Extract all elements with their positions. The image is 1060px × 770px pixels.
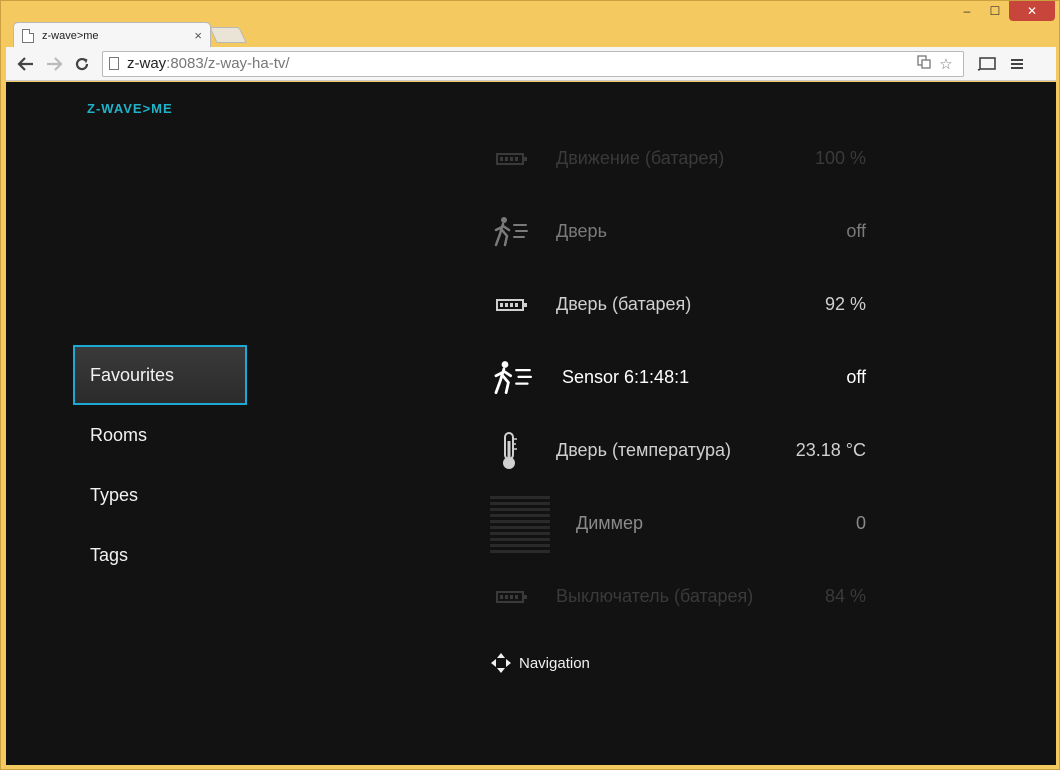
minimize-button[interactable]: – <box>953 1 981 21</box>
browser-toolbar: z-way:8083/z-way-ha-tv/ ☆ <box>6 47 1056 81</box>
browser-window: – ☐ ✕ z-wave>me × z-way:8083/z-way-ha-tv… <box>0 0 1060 770</box>
cast-icon[interactable] <box>972 50 1002 78</box>
device-label: Sensor 6:1:48:1 <box>562 367 690 387</box>
device-value: 92 % <box>824 294 866 314</box>
reload-icon[interactable] <box>68 50 96 78</box>
battery-icon <box>496 590 527 603</box>
device-label: Диммер <box>576 513 644 533</box>
thermometer-icon <box>503 431 517 469</box>
zwave-logo: Z-WAVE>ME <box>87 101 173 116</box>
address-bar[interactable]: z-way:8083/z-way-ha-tv/ ☆ <box>102 50 964 77</box>
close-window-button[interactable]: ✕ <box>1009 1 1055 21</box>
tab-close-icon[interactable]: × <box>194 28 202 43</box>
battery-icon <box>496 298 527 311</box>
menu-item-types[interactable]: Types <box>73 465 247 525</box>
device-row[interactable]: Движение (батарея) 100 % <box>486 122 866 195</box>
menu-icon[interactable] <box>1002 50 1032 78</box>
translate-icon[interactable] <box>913 54 935 73</box>
page-icon <box>22 28 34 43</box>
tab-title: z-wave>me <box>42 29 99 42</box>
motion-sensor-icon <box>494 216 528 246</box>
device-row[interactable]: Диммер 0 <box>486 487 866 560</box>
device-label: Выключатель (батарея) <box>556 586 754 606</box>
forward-icon[interactable] <box>40 50 68 78</box>
dpad-icon <box>491 653 511 673</box>
device-row[interactable]: Дверь (температура) 23.18 °C <box>486 414 866 487</box>
device-value: 0 <box>855 513 866 533</box>
dimmer-icon <box>490 496 550 554</box>
device-value: off <box>846 221 866 241</box>
device-value: 84 % <box>824 586 866 606</box>
device-row[interactable]: Выключатель (батарея) 84 % <box>486 560 866 633</box>
window-controls: – ☐ ✕ <box>953 1 1055 23</box>
menu-item-rooms[interactable]: Rooms <box>73 405 247 465</box>
device-list: Движение (батарея) 100 % Дверь off Дверь… <box>486 122 866 633</box>
url-text[interactable]: z-way:8083/z-way-ha-tv/ <box>127 55 913 72</box>
device-row[interactable]: Дверь (батарея) 92 % <box>486 268 866 341</box>
toolbar-actions <box>972 50 1032 78</box>
device-row[interactable]: Дверь off <box>486 195 866 268</box>
device-label: Дверь (температура) <box>556 440 732 460</box>
device-value: 23.18 °C <box>795 440 866 460</box>
device-value: off <box>846 367 866 387</box>
page-icon <box>109 57 119 70</box>
back-icon[interactable] <box>12 50 40 78</box>
main-menu: Favourites Rooms Types Tags <box>73 345 247 585</box>
device-label: Движение (батарея) <box>556 148 725 168</box>
maximize-button[interactable]: ☐ <box>981 1 1009 21</box>
star-icon[interactable]: ☆ <box>935 55 957 73</box>
navigation-hint: Navigation <box>490 652 590 674</box>
device-label: Дверь <box>556 221 607 241</box>
browser-tab[interactable]: z-wave>me × <box>13 22 211 48</box>
device-label: Дверь (батарея) <box>556 294 692 314</box>
battery-icon <box>496 152 527 165</box>
device-row-focused[interactable]: Sensor 6:1:48:1 off <box>486 341 866 414</box>
navigation-label: Navigation <box>519 654 590 672</box>
motion-sensor-icon <box>494 360 532 394</box>
menu-item-favourites[interactable]: Favourites <box>73 345 247 405</box>
device-value: 100 % <box>814 148 866 168</box>
app-viewport: Z-WAVE>ME Favourites Rooms Types Tags Дв… <box>6 82 1056 765</box>
new-tab-button[interactable] <box>209 27 247 43</box>
menu-item-tags[interactable]: Tags <box>73 525 247 585</box>
